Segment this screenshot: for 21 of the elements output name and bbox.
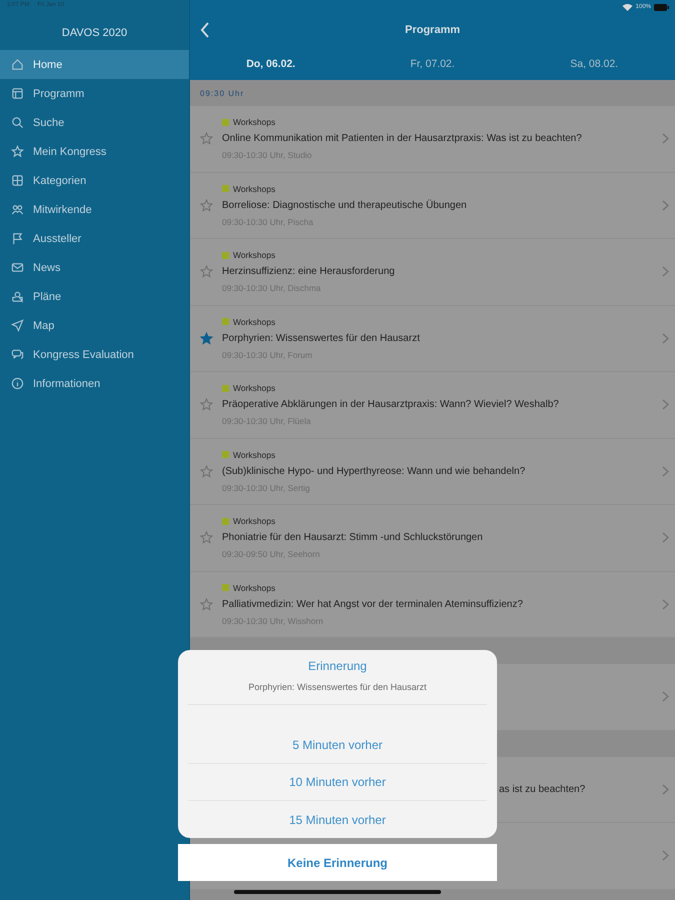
session-title: Borreliose: Diagnostische und therapeutische Übungen — [222, 200, 468, 211]
sheet-title: Erinnerung — [308, 659, 367, 673]
sidebar-title: DAVOS 2020 — [60, 26, 128, 41]
session-title: Palliativmedizin: Wer hat Angst vor der terminalen Ateminsuffizienz? — [222, 598, 524, 610]
session-title: Präoperative Abklärungen in der Hausarztpraxis: Wann? Wieviel? Weshalb? — [222, 399, 560, 410]
category-label: Workshops — [233, 316, 276, 327]
category-label: Workshops — [233, 250, 276, 260]
session-title: Online Kommunikation mit Patienten in der Hausarztpraxis: Was ist zu beachten? — [222, 133, 583, 144]
session-title: as ist zu beachten? — [498, 784, 586, 795]
category-label: Workshops — [233, 184, 276, 194]
session-title: Phoniatrie für den Hausarzt: Stimm -und Schluckstörungen — [222, 532, 484, 544]
category-label: Workshops — [233, 582, 276, 593]
category-label: Workshops — [233, 383, 276, 394]
session-title: (Sub)klinische Hypo- und Hyperthyreose: Wann und wie behandeln? — [222, 466, 526, 477]
session-title: Herzinsuffizienz: eine Herausforderung — [222, 266, 396, 278]
page-title: Programm — [404, 24, 462, 36]
category-label: Workshops — [233, 516, 276, 526]
session-title: Porphyrien: Wissenswertes für den Hausarzt — [222, 332, 421, 344]
sheet-subtitle: Porphyrien: Wissenswertes für den Hausarzt — [248, 682, 427, 692]
category-label: Workshops — [233, 117, 276, 128]
category-label: Workshops — [233, 450, 276, 460]
